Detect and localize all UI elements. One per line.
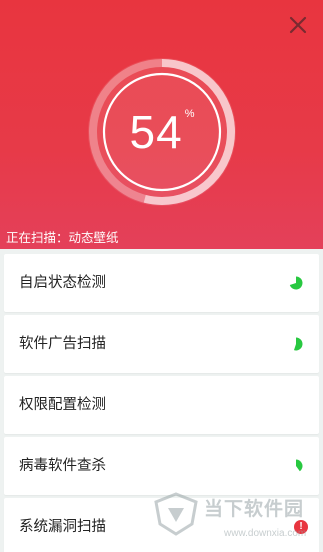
pie-progress-icon [296, 459, 303, 472]
check-item-label: 自启状态检测 [19, 275, 106, 291]
scan-status-text: 正在扫描：动态壁纸 [6, 230, 119, 245]
check-item-label: 病毒软件查杀 [19, 458, 106, 474]
progress-unit: % [184, 108, 195, 120]
check-item-vulnerability-scan[interactable]: 系统漏洞扫描 [4, 498, 319, 552]
check-item-ad-scan[interactable]: 软件广告扫描 [4, 315, 319, 373]
check-item-label: 权限配置检测 [19, 397, 106, 413]
check-item-autostart[interactable]: 自启状态检测 [4, 254, 319, 312]
check-item-label: 系统漏洞扫描 [19, 519, 106, 535]
close-button[interactable] [287, 14, 309, 36]
pie-fill [289, 276, 303, 290]
check-item-label: 软件广告扫描 [19, 336, 106, 352]
check-item-permissions[interactable]: 权限配置检测 [4, 376, 319, 434]
pie-progress-icon [293, 337, 303, 351]
scan-header: 54 % 正在扫描：动态壁纸 [0, 0, 323, 249]
alert-icon: ! [294, 520, 308, 534]
progress-value: 54 [129, 106, 183, 158]
pie-fill [296, 459, 303, 472]
close-icon [289, 16, 307, 34]
pie-progress-icon [289, 276, 303, 290]
scan-progress-gauge: 54 % [84, 54, 240, 210]
pie-fill [293, 337, 303, 351]
check-item-virus-scan[interactable]: 病毒软件查杀 [4, 437, 319, 495]
